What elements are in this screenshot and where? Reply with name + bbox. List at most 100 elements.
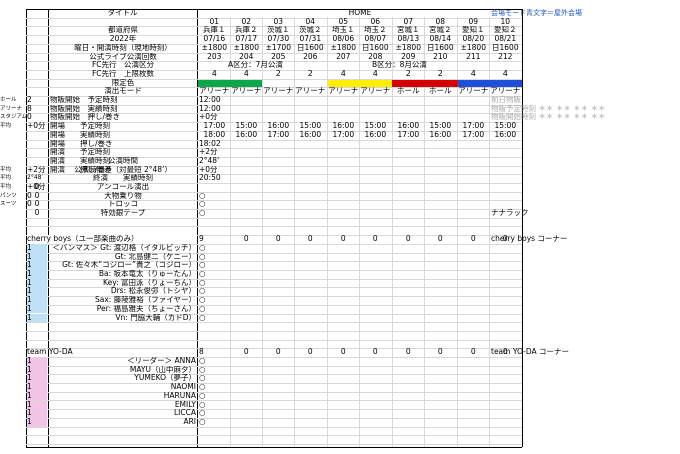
- member-count: 1: [27, 365, 47, 375]
- fc-a-label: A区分：7月公演: [228, 61, 283, 70]
- venue-number: 07: [403, 17, 414, 26]
- pref-row-value: 愛知２: [494, 26, 517, 35]
- cherry-member: Gt: 佐々木“コジロー”貴之（コジロー）: [62, 261, 196, 270]
- special_tape-label: 特効銀テープ: [100, 209, 146, 218]
- fc-ticket-count: 4: [211, 69, 217, 78]
- mode-value: アリーナ: [458, 87, 489, 96]
- member-count: 1: [27, 261, 47, 270]
- encore-label: アンコール演出: [96, 183, 150, 191]
- yoda-member: NAOMI: [170, 383, 196, 392]
- perf-row-value: 209: [401, 52, 416, 61]
- grid-line: [26, 447, 522, 448]
- pref-row-label: 都道府県: [108, 26, 138, 35]
- venue-number: 02: [241, 17, 252, 26]
- side-tag: 平均: [0, 175, 12, 182]
- cherry-member: Per: 福島雅夫（ちょーさん）: [96, 304, 196, 313]
- dates-row-value: 08/06: [332, 35, 355, 44]
- side-tag: スーツ: [0, 201, 17, 208]
- pref-row-value: 兵庫２: [235, 26, 258, 35]
- zero-value: 0: [405, 235, 411, 244]
- circle-mark: ○: [199, 400, 206, 409]
- circle-mark: ○: [199, 278, 206, 287]
- circle-mark: ○: [199, 391, 206, 400]
- mode-value: アリーナ: [295, 87, 326, 96]
- venue-number: 03: [273, 17, 284, 26]
- dates-row-value: 08/13: [397, 35, 420, 44]
- side-tag: スタジアム: [0, 114, 26, 121]
- time-row-value: 日1600: [362, 43, 389, 52]
- perf-row-label: 公式ライブ公演回数: [89, 52, 157, 61]
- dates-row-value: 07/16: [203, 35, 226, 44]
- member-count: 1: [27, 278, 47, 288]
- side-tag: ホール: [0, 97, 17, 103]
- cherry-member: Sax: 藤陵雅裕（ファイヤー）: [95, 296, 196, 305]
- member-count: 1: [27, 374, 47, 384]
- start-plan-value: 16:00: [429, 130, 452, 139]
- dates-row-value: 08/21: [494, 35, 517, 44]
- time-row-value: 日1600: [427, 43, 454, 52]
- start-plan-value: 16:00: [494, 130, 517, 139]
- start-plan-value: 17:00: [397, 130, 420, 139]
- yoda-member: ＜リーダー＞ ANNA: [127, 357, 196, 365]
- zero-value: 0: [275, 235, 281, 244]
- circle-mark: ○: [199, 252, 206, 261]
- member-count: 1: [27, 391, 47, 401]
- start_plan-label: 開演 予定時刻: [50, 148, 110, 157]
- mode-value: アリーナ: [490, 87, 521, 96]
- open-plan-value: 16:00: [267, 122, 290, 131]
- member-count: 1: [27, 252, 47, 262]
- open-plan-value: 15:00: [299, 122, 322, 131]
- circle-mark: ○: [199, 270, 206, 278]
- fc-ticket-count: 4: [372, 69, 378, 78]
- zero-value: 0: [243, 235, 249, 244]
- zero-value: 0: [437, 235, 443, 244]
- time-row-value: ±1800: [201, 43, 227, 52]
- yoda-member: LICCA: [174, 409, 196, 418]
- side-tag-value: +0分: [27, 122, 46, 131]
- side-tag-value: 0: [27, 200, 32, 209]
- side-tag-value: +2分: [27, 165, 46, 174]
- mode-value: アリーナ: [199, 87, 230, 96]
- start-plan-value: 17:00: [267, 130, 290, 139]
- zero-value: 0: [470, 235, 476, 244]
- venue-number: 10: [500, 17, 511, 26]
- time-row-value: ±1800: [395, 43, 421, 52]
- circle-mark: ○: [199, 243, 206, 252]
- fc-ticket-count: 2: [437, 69, 443, 78]
- start-plan-value: 18:00: [203, 130, 226, 139]
- open_plan-label: 開場 予定時刻: [50, 122, 110, 131]
- side-tag-value: 8: [27, 104, 32, 113]
- side-tag-value: 2°48′: [27, 174, 43, 182]
- grid-line: [522, 9, 523, 447]
- big_transport-label: 大物乗り物: [104, 191, 142, 200]
- cherry-member: Vn: 門脇大輔（カドD）: [115, 313, 196, 322]
- circle-mark: ○: [199, 296, 206, 305]
- mode-value: アリーナ: [328, 87, 359, 96]
- zero-value: 0: [405, 348, 411, 357]
- start-plan-value: 17:00: [332, 130, 355, 139]
- count-value: 0: [34, 209, 40, 218]
- duration-value: 2°48': [199, 156, 220, 165]
- cherry-header: cherry boys（ユ一部楽曲のみ）: [27, 235, 197, 244]
- cherry-corner-note: cherry boys コーナー: [491, 235, 568, 244]
- circle-mark: ○: [199, 409, 206, 418]
- circle-mark: ○: [199, 374, 206, 383]
- fc-ticket-count: 4: [470, 69, 476, 78]
- start-plan-value: 16:00: [299, 130, 322, 139]
- member-count: 1: [27, 400, 47, 410]
- grid-line: [26, 435, 522, 436]
- cherry-count: 9: [199, 235, 204, 244]
- perf-row-value: 203: [207, 52, 222, 61]
- zero-value: 0: [307, 348, 313, 357]
- open-plan-value: 16:00: [397, 122, 420, 131]
- venue-number: 09: [468, 17, 479, 26]
- fc-presale-label: FC先行 公演区分: [91, 61, 155, 70]
- fc-ticket-count: 2: [307, 69, 313, 78]
- fc-ticket-count: 4: [243, 69, 249, 78]
- open-plan-value: 15:00: [235, 122, 258, 131]
- zero-value: 0: [275, 348, 281, 357]
- member-count: 1: [27, 243, 47, 253]
- limited-color-label: 限定色: [111, 78, 135, 87]
- zero-value: 0: [437, 348, 443, 357]
- side-tag: アリーナ: [0, 105, 23, 112]
